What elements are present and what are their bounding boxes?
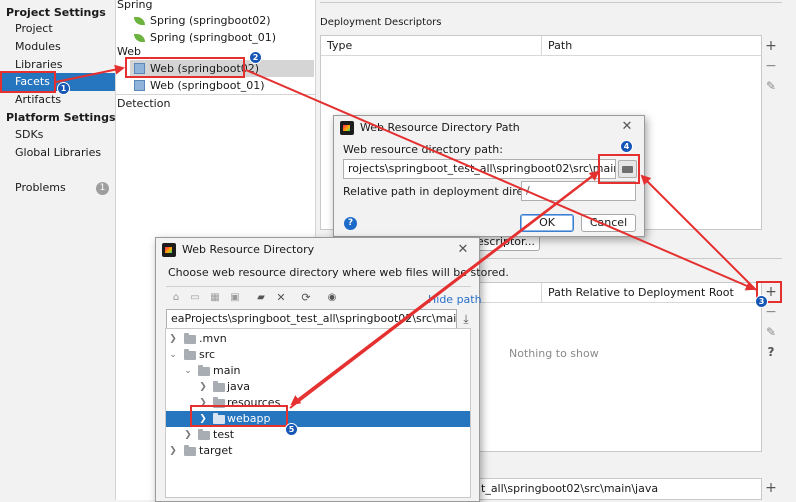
tree-row-label: src bbox=[199, 348, 216, 361]
intellij-logo-icon bbox=[162, 243, 176, 257]
platform-settings-header: Platform Settings bbox=[6, 111, 116, 124]
sidebar-item-project[interactable]: Project bbox=[0, 20, 115, 38]
detection-label: Detection bbox=[117, 97, 171, 110]
top-divider bbox=[320, 2, 782, 3]
step-badge-1: 1 bbox=[57, 82, 70, 95]
help-icon[interactable]: ? bbox=[344, 217, 357, 230]
sidebar-item-artifacts[interactable]: Artifacts bbox=[0, 91, 115, 109]
chevron-right-icon[interactable]: ❯ bbox=[168, 331, 178, 347]
col-header-path-relative[interactable]: Path Relative to Deployment Root bbox=[542, 283, 761, 303]
sidebar-item-global-libraries[interactable]: Global Libraries bbox=[0, 144, 115, 162]
facet-item-label: Spring (springboot_01) bbox=[150, 31, 277, 44]
web-facet-icon bbox=[134, 79, 145, 91]
dialog-title: Web Resource Directory bbox=[182, 243, 315, 256]
chevron-right-icon[interactable]: ❯ bbox=[198, 379, 208, 395]
annotation-box-webapp bbox=[190, 405, 288, 427]
edit-descriptor-icon[interactable]: ✎ bbox=[763, 78, 779, 94]
col-header-type[interactable]: Type bbox=[321, 36, 542, 56]
tree-row-src[interactable]: ⌄ src bbox=[166, 347, 470, 363]
chevron-right-icon[interactable]: ❯ bbox=[183, 427, 193, 443]
dir-path-label: Web resource directory path: bbox=[343, 143, 503, 156]
step-badge-4: 4 bbox=[620, 140, 633, 153]
folder-icon bbox=[184, 445, 196, 456]
add-descriptor-icon[interactable]: + bbox=[763, 38, 779, 54]
tree-row-label: .mvn bbox=[199, 332, 227, 345]
chevron-down-icon[interactable]: ⌄ bbox=[168, 347, 178, 363]
step-badge-5: 5 bbox=[285, 423, 298, 436]
close-icon[interactable]: ✕ bbox=[456, 243, 470, 257]
hide-path-link[interactable]: Hide path bbox=[428, 293, 482, 306]
step-badge-2: 2 bbox=[249, 51, 262, 64]
close-icon[interactable]: ✕ bbox=[620, 120, 634, 134]
facet-item-label: Web (springboot_01) bbox=[150, 79, 265, 92]
chevron-right-icon[interactable]: ❯ bbox=[168, 443, 178, 459]
delete-icon[interactable]: ✕ bbox=[275, 292, 287, 304]
tree-row-java[interactable]: ❯ java bbox=[166, 379, 470, 395]
col-header-path[interactable]: Path bbox=[542, 36, 761, 56]
edit-web-root-icon[interactable]: ✎ bbox=[763, 324, 779, 340]
folder-icon bbox=[213, 381, 225, 392]
relative-path-input[interactable]: / bbox=[521, 181, 636, 201]
show-hidden-icon[interactable]: ◉ bbox=[326, 292, 338, 304]
desktop-icon[interactable]: ▭ bbox=[189, 292, 201, 304]
facet-group-spring: Spring bbox=[117, 0, 153, 11]
tree-row-label: main bbox=[213, 364, 241, 377]
add-source-root-icon[interactable]: + bbox=[763, 480, 779, 496]
source-root-path: t_all\springboot02\src\main\java bbox=[481, 482, 659, 495]
tree-row-test[interactable]: ❯ test bbox=[166, 427, 470, 443]
intellij-logo-icon bbox=[340, 121, 354, 135]
deployment-descriptors-label: Deployment Descriptors bbox=[320, 17, 442, 28]
dialog-description: Choose web resource directory where web … bbox=[168, 266, 509, 279]
facet-item-spring-springboot02[interactable]: Spring (springboot02) bbox=[130, 12, 314, 29]
sidebar-item-modules[interactable]: Modules bbox=[0, 38, 115, 56]
facet-tree-divider bbox=[116, 94, 315, 95]
annotation-box-browse bbox=[598, 154, 640, 184]
problems-count-badge: 1 bbox=[96, 182, 109, 195]
chevron-down-icon[interactable]: ⌄ bbox=[183, 363, 193, 379]
problems-label: Problems bbox=[15, 181, 66, 194]
help-web-root-icon[interactable]: ? bbox=[763, 344, 779, 360]
new-folder-icon[interactable]: ▰ bbox=[255, 292, 267, 304]
tree-row-label: target bbox=[199, 444, 233, 457]
dir-path-input[interactable]: rojects\springboot_test_all\springboot02… bbox=[343, 159, 616, 179]
project-settings-header: Project Settings bbox=[6, 6, 106, 19]
tree-row-target[interactable]: ❯ target bbox=[166, 443, 470, 459]
directory-path-input[interactable]: eaProjects\springboot_test_all\springboo… bbox=[166, 309, 457, 329]
dialog-divider bbox=[166, 286, 471, 287]
remove-descriptor-icon[interactable]: − bbox=[763, 58, 779, 74]
folder-icon bbox=[198, 429, 210, 440]
folder-icon bbox=[198, 365, 210, 376]
empty-table-message: Nothing to show bbox=[509, 347, 599, 360]
tree-row-mvn[interactable]: ❯ .mvn bbox=[166, 331, 470, 347]
tree-row-label: test bbox=[213, 428, 235, 441]
step-badge-3: 3 bbox=[755, 295, 768, 308]
download-icon[interactable]: ⤓ bbox=[459, 311, 473, 327]
project-icon[interactable]: ▦ bbox=[209, 292, 221, 304]
ok-button[interactable]: OK bbox=[520, 214, 574, 232]
facet-item-web-springboot01[interactable]: Web (springboot_01) bbox=[130, 77, 314, 94]
annotation-box-web-facet bbox=[125, 57, 245, 78]
cancel-button[interactable]: Cancel bbox=[581, 214, 636, 232]
sidebar-item-sdks[interactable]: SDKs bbox=[0, 126, 115, 144]
facet-item-spring-springboot01[interactable]: Spring (springboot_01) bbox=[130, 29, 314, 46]
sidebar-item-problems[interactable]: Problems 1 bbox=[0, 179, 115, 197]
module-icon[interactable]: ▣ bbox=[229, 292, 241, 304]
annotation-box-facets bbox=[0, 71, 56, 93]
tree-row-main[interactable]: ⌄ main bbox=[166, 363, 470, 379]
facet-item-label: Spring (springboot02) bbox=[150, 14, 271, 27]
home-icon[interactable]: ⌂ bbox=[170, 292, 182, 304]
folder-icon bbox=[184, 349, 196, 360]
dialog-title: Web Resource Directory Path bbox=[360, 121, 520, 134]
spring-leaf-icon bbox=[134, 17, 145, 25]
refresh-icon[interactable]: ⟳ bbox=[300, 292, 312, 304]
spring-leaf-icon bbox=[134, 34, 145, 42]
folder-icon bbox=[184, 333, 196, 344]
tree-row-label: java bbox=[227, 380, 251, 393]
